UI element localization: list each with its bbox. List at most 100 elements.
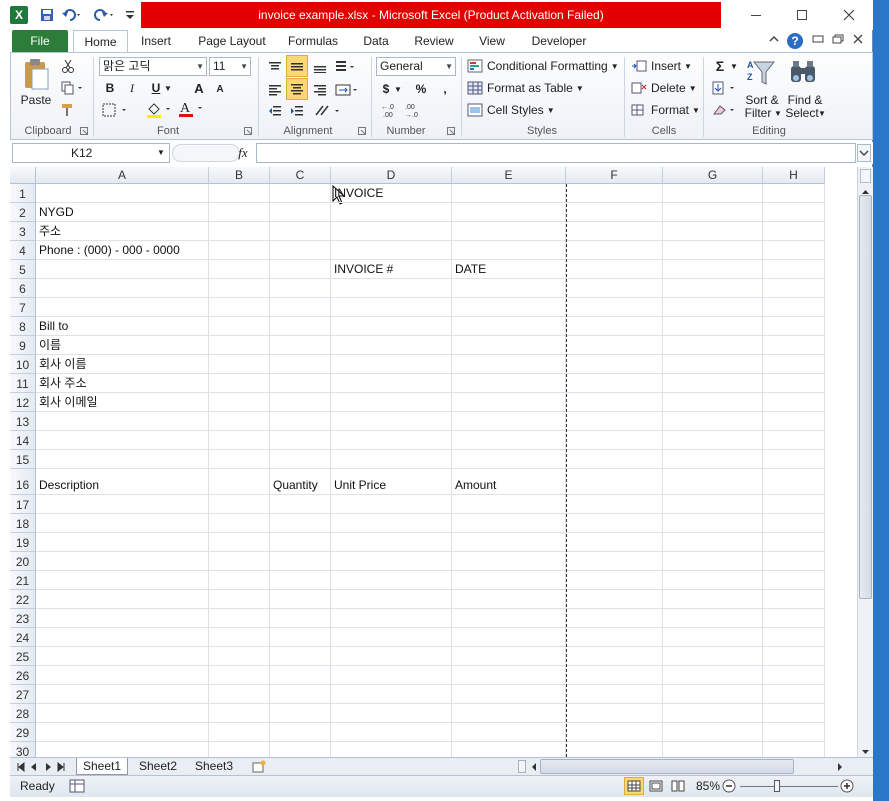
page-layout-view-icon[interactable] — [646, 777, 666, 795]
cell-c10[interactable] — [270, 355, 331, 374]
macro-record-icon[interactable] — [68, 778, 86, 794]
tab-page-layout[interactable]: Page Layout — [192, 30, 272, 52]
cell-b15[interactable] — [209, 450, 270, 469]
cell-h25[interactable] — [763, 647, 825, 666]
cell-a24[interactable] — [36, 628, 209, 647]
cell-d28[interactable] — [331, 704, 452, 723]
insert-sheet-icon[interactable] — [250, 759, 268, 774]
cell-e13[interactable] — [452, 412, 566, 431]
row-header-29[interactable]: 29 — [10, 723, 36, 742]
cell-f14[interactable] — [566, 431, 663, 450]
row-header-20[interactable]: 20 — [10, 552, 36, 571]
cell-d19[interactable] — [331, 533, 452, 552]
cell-a21[interactable] — [36, 571, 209, 590]
cell-f29[interactable] — [566, 723, 663, 742]
cell-e21[interactable] — [452, 571, 566, 590]
cell-b9[interactable] — [209, 336, 270, 355]
cell-a13[interactable] — [36, 412, 209, 431]
cell-c23[interactable] — [270, 609, 331, 628]
cell-f15[interactable] — [566, 450, 663, 469]
cell-h22[interactable] — [763, 590, 825, 609]
cell-e29[interactable] — [452, 723, 566, 742]
cell-f16[interactable] — [566, 469, 663, 495]
help-icon[interactable]: ? — [786, 32, 804, 50]
row-header-26[interactable]: 26 — [10, 666, 36, 685]
cell-a5[interactable] — [36, 260, 209, 279]
cell-f27[interactable] — [566, 685, 663, 704]
sheet-tab-1[interactable]: Sheet1 — [76, 758, 128, 775]
cell-e25[interactable] — [452, 647, 566, 666]
cell-h4[interactable] — [763, 241, 825, 260]
cell-b24[interactable] — [209, 628, 270, 647]
orientation-icon[interactable] — [334, 57, 356, 77]
cell-f26[interactable] — [566, 666, 663, 685]
cell-d14[interactable] — [331, 431, 452, 450]
cell-f9[interactable] — [566, 336, 663, 355]
cell-a16[interactable]: Description — [36, 469, 209, 495]
cell-h7[interactable] — [763, 298, 825, 317]
cell-d8[interactable] — [331, 317, 452, 336]
cell-b17[interactable] — [209, 495, 270, 514]
sort-filter-dropdown-icon[interactable]: ▼ — [774, 108, 782, 118]
cell-e27[interactable] — [452, 685, 566, 704]
cut-icon[interactable] — [59, 57, 77, 75]
cell-f22[interactable] — [566, 590, 663, 609]
cell-b2[interactable] — [209, 203, 270, 222]
cell-e9[interactable] — [452, 336, 566, 355]
cell-c9[interactable] — [270, 336, 331, 355]
cell-b30[interactable] — [209, 742, 270, 757]
cell-g23[interactable] — [663, 609, 763, 628]
cell-a23[interactable] — [36, 609, 209, 628]
percent-button[interactable]: % — [413, 80, 429, 98]
row-header-9[interactable]: 9 — [10, 336, 36, 355]
cell-e2[interactable] — [452, 203, 566, 222]
cell-b22[interactable] — [209, 590, 270, 609]
cell-c29[interactable] — [270, 723, 331, 742]
cell-b26[interactable] — [209, 666, 270, 685]
cell-b10[interactable] — [209, 355, 270, 374]
cell-c5[interactable] — [270, 260, 331, 279]
cell-e19[interactable] — [452, 533, 566, 552]
cell-c1[interactable] — [270, 184, 331, 203]
cell-h28[interactable] — [763, 704, 825, 723]
find-select-label-2[interactable]: Select — [784, 106, 820, 120]
cell-f12[interactable] — [566, 393, 663, 412]
name-box-dropdown-icon[interactable]: ▼ — [156, 146, 166, 158]
cell-a18[interactable] — [36, 514, 209, 533]
page-break-preview-icon[interactable] — [668, 777, 688, 795]
cell-b23[interactable] — [209, 609, 270, 628]
alignment-launcher-icon[interactable] — [357, 126, 367, 136]
cell-a6[interactable] — [36, 279, 209, 298]
cell-h29[interactable] — [763, 723, 825, 742]
tab-split-box[interactable] — [518, 760, 526, 773]
cell-b19[interactable] — [209, 533, 270, 552]
row-header-28[interactable]: 28 — [10, 704, 36, 723]
scroll-right-icon[interactable] — [836, 761, 844, 771]
cell-e30[interactable] — [452, 742, 566, 757]
cell-d17[interactable] — [331, 495, 452, 514]
font-launcher-icon[interactable] — [243, 126, 253, 136]
workbook-restore-icon[interactable] — [830, 34, 846, 48]
cell-c16[interactable]: Quantity — [270, 469, 331, 495]
cell-a9[interactable]: 이름 — [36, 336, 209, 355]
cell-h21[interactable] — [763, 571, 825, 590]
cell-h12[interactable] — [763, 393, 825, 412]
align-right-icon[interactable] — [310, 80, 330, 100]
cell-h15[interactable] — [763, 450, 825, 469]
cell-h16[interactable] — [763, 469, 825, 495]
cell-h6[interactable] — [763, 279, 825, 298]
cell-d3[interactable] — [331, 222, 452, 241]
column-header-e[interactable]: E — [452, 167, 566, 184]
cell-c4[interactable] — [270, 241, 331, 260]
excel-logo-icon[interactable]: X — [10, 6, 28, 24]
grow-font-button[interactable]: A — [191, 80, 207, 96]
cell-c12[interactable] — [270, 393, 331, 412]
cell-g2[interactable] — [663, 203, 763, 222]
font-size-combo[interactable]: 11 ▼ — [209, 57, 251, 76]
format-painter-icon[interactable] — [59, 101, 77, 119]
cell-g16[interactable] — [663, 469, 763, 495]
tab-developer[interactable]: Developer — [526, 30, 592, 52]
underline-dropdown-icon[interactable]: ▼ — [163, 80, 173, 96]
shrink-font-button[interactable]: A — [213, 82, 227, 96]
row-header-3[interactable]: 3 — [10, 222, 36, 241]
